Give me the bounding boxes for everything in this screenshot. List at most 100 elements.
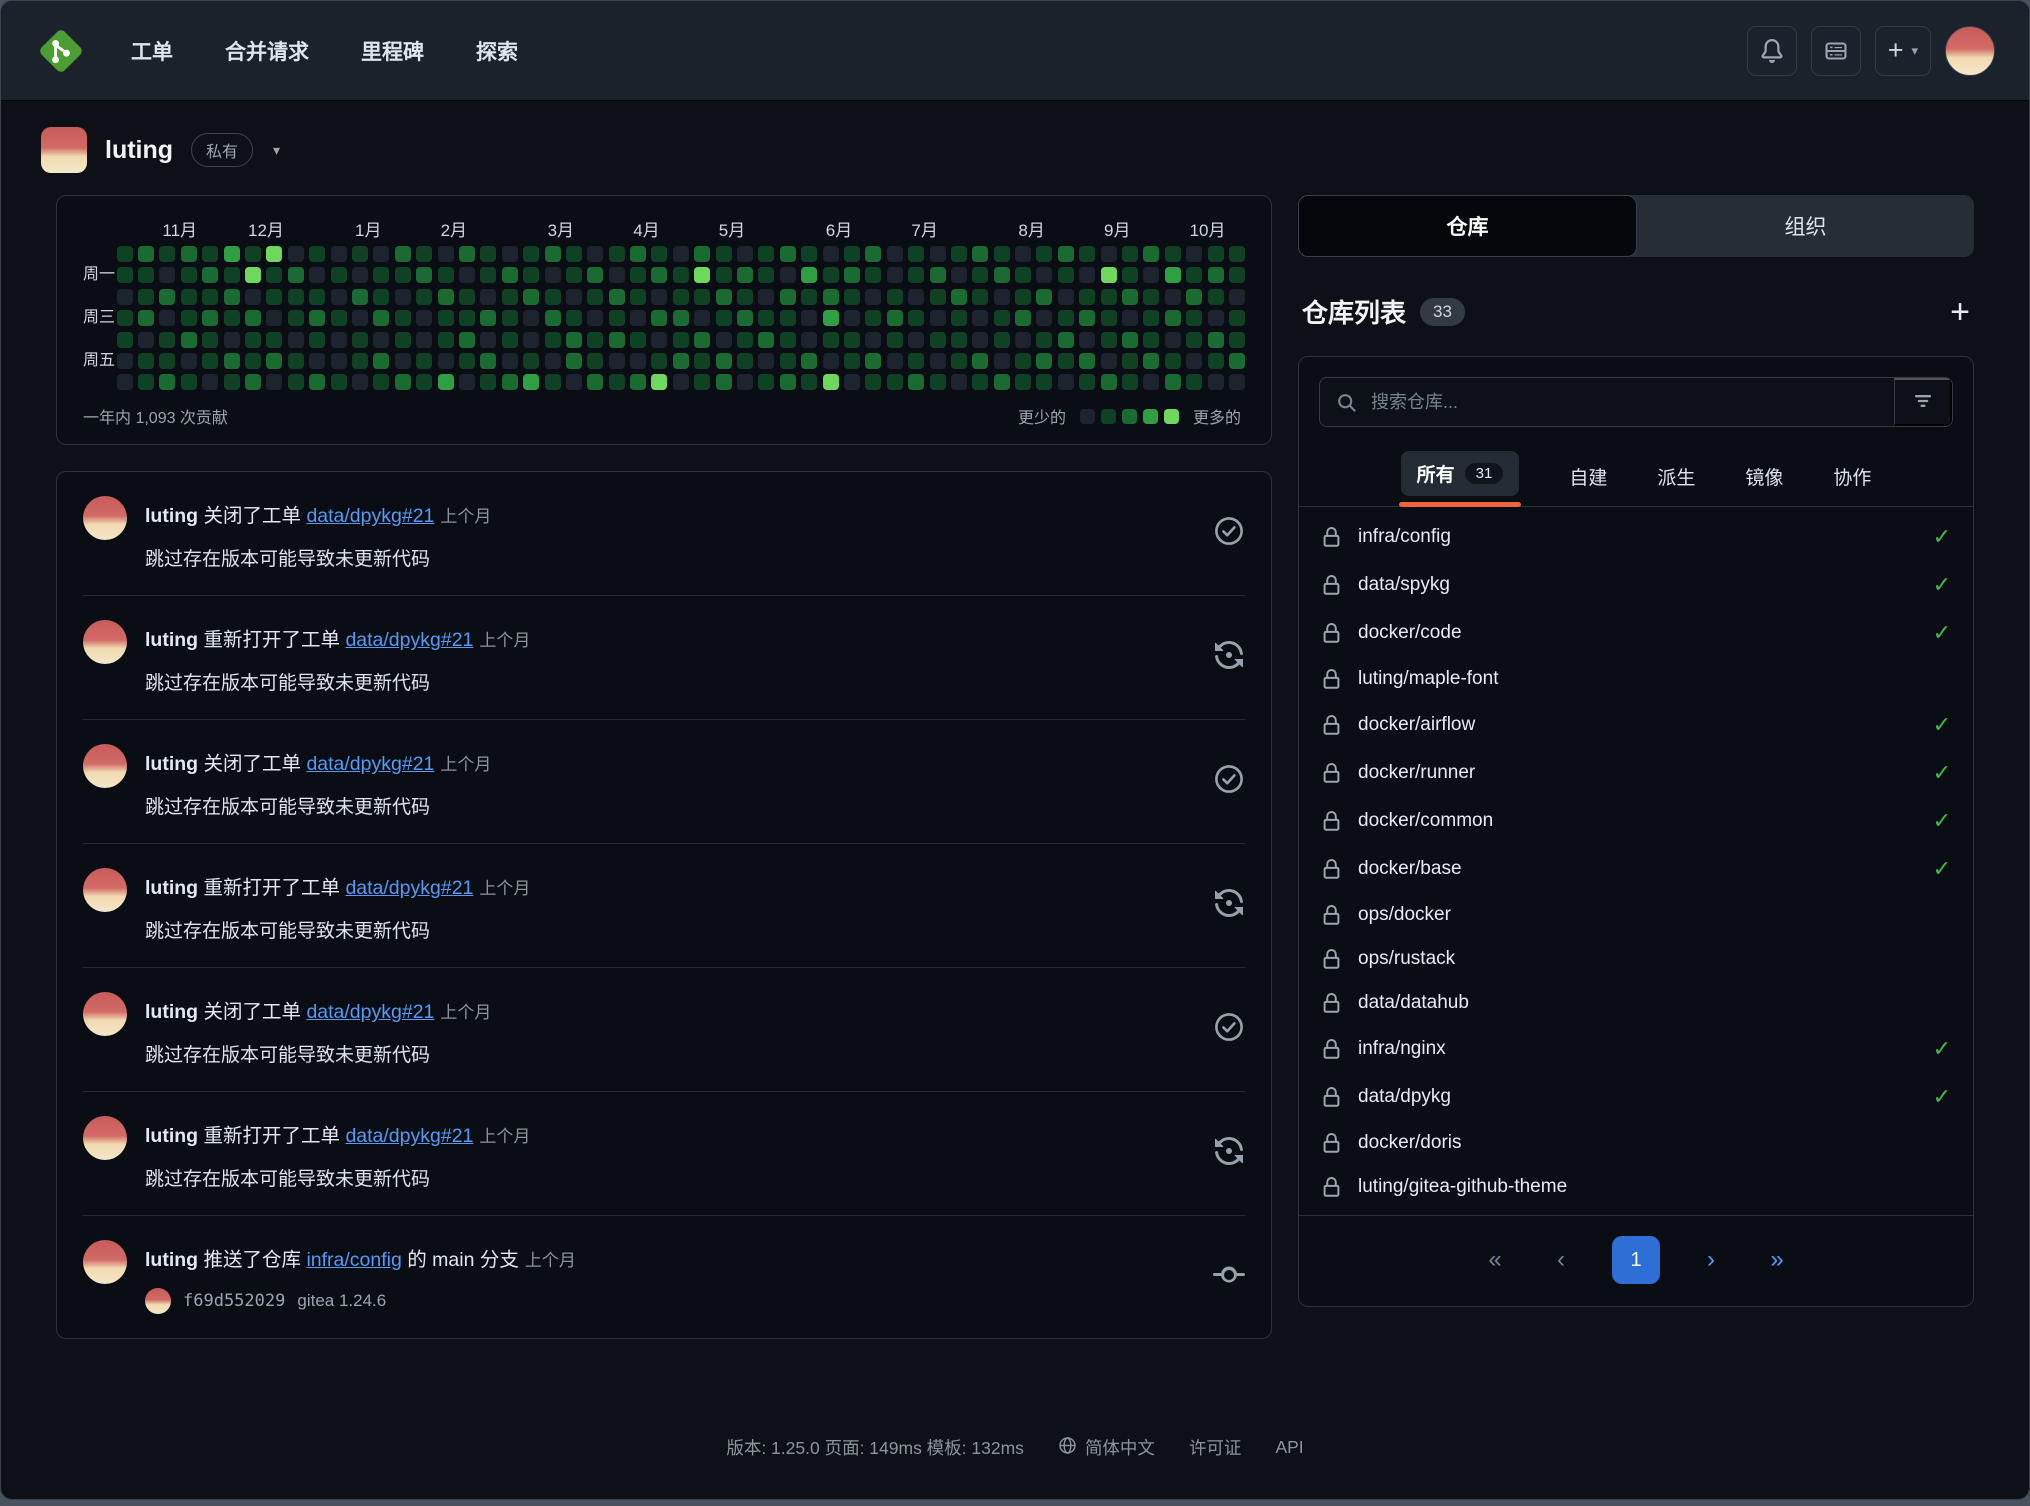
repo-row[interactable]: docker/airflow✓ — [1299, 701, 1973, 749]
repo-name[interactable]: docker/runner — [1358, 762, 1475, 784]
repo-row[interactable]: ops/docker — [1299, 893, 1973, 937]
create-new-button[interactable]: + ▾ — [1875, 26, 1931, 76]
feed-link[interactable]: infra/config — [306, 1249, 401, 1271]
heatmap-cell — [1143, 289, 1159, 305]
avatar[interactable] — [83, 620, 127, 664]
repo-name[interactable]: data/dpykg — [1358, 1086, 1451, 1108]
repo-row[interactable]: infra/config✓ — [1299, 513, 1973, 561]
gitea-logo-icon[interactable] — [35, 25, 87, 77]
repo-row[interactable]: data/datahub — [1299, 981, 1973, 1025]
feed-actor[interactable]: luting — [145, 1125, 198, 1147]
admin-panel-button[interactable] — [1811, 26, 1861, 76]
feed-actor[interactable]: luting — [145, 877, 198, 899]
repo-name[interactable]: docker/base — [1358, 858, 1462, 880]
repo-row[interactable]: luting/gitea-github-theme — [1299, 1165, 1973, 1209]
feed-actor[interactable]: luting — [145, 629, 198, 651]
feed-link[interactable]: data/dpykg#21 — [345, 629, 473, 651]
profile-username[interactable]: luting — [105, 136, 173, 165]
chevron-down-icon[interactable]: ▾ — [273, 142, 280, 159]
add-repo-button[interactable]: + — [1950, 295, 1970, 329]
api-link[interactable]: API — [1275, 1437, 1303, 1458]
repo-row[interactable]: docker/code✓ — [1299, 609, 1973, 657]
sidebar-tab-repositories[interactable]: 仓库 — [1298, 195, 1637, 257]
feed-actor[interactable]: luting — [145, 753, 198, 775]
page-1-button[interactable]: 1 — [1612, 1236, 1660, 1284]
avatar[interactable] — [83, 496, 127, 540]
nav-item-0[interactable]: 工单 — [131, 36, 173, 66]
repo-name[interactable]: ops/rustack — [1358, 948, 1455, 970]
heatmap-cell — [523, 374, 539, 390]
repo-name[interactable]: infra/config — [1358, 526, 1451, 548]
heatmap-cell — [438, 267, 454, 283]
repo-row[interactable]: luting/maple-font — [1299, 657, 1973, 701]
feed-actor[interactable]: luting — [145, 1249, 198, 1271]
feed-entry: luting 重新打开了工单 data/dpykg#21上个月跳过存在版本可能导… — [83, 595, 1245, 719]
feed-time: 上个月 — [440, 507, 491, 526]
repo-row[interactable]: ops/rustack — [1299, 937, 1973, 981]
repo-row[interactable]: data/dpykg✓ — [1299, 1073, 1973, 1121]
feed-link[interactable]: data/dpykg#21 — [306, 1001, 434, 1023]
lock-icon — [1321, 715, 1342, 736]
repo-row[interactable]: docker/base✓ — [1299, 845, 1973, 893]
profile-avatar[interactable] — [41, 127, 87, 173]
lock-icon — [1321, 669, 1342, 690]
repo-name[interactable]: luting/gitea-github-theme — [1358, 1176, 1567, 1198]
heatmap-cell — [865, 289, 881, 305]
language-selector[interactable]: 简体中文 — [1058, 1435, 1155, 1460]
avatar[interactable] — [83, 1116, 127, 1160]
nav-item-2[interactable]: 里程碑 — [361, 36, 424, 66]
feed-link[interactable]: data/dpykg#21 — [306, 753, 434, 775]
avatar[interactable] — [83, 992, 127, 1036]
filter-tab-1[interactable]: 自建 — [1567, 463, 1609, 506]
commit-hash[interactable]: f69d552029 — [183, 1291, 285, 1311]
next-page-button[interactable]: › — [1696, 1246, 1726, 1274]
heatmap-cell — [737, 353, 753, 369]
heatmap-cell — [630, 267, 646, 283]
repo-name[interactable]: docker/common — [1358, 810, 1493, 832]
heatmap-cell — [737, 310, 753, 326]
repo-search-input[interactable] — [1371, 378, 1894, 426]
heatmap-cell — [416, 289, 432, 305]
repo-name[interactable]: docker/doris — [1358, 1132, 1462, 1154]
repo-name[interactable]: data/spykg — [1358, 574, 1450, 596]
filter-button[interactable] — [1894, 378, 1952, 426]
repo-row[interactable]: data/spykg✓ — [1299, 561, 1973, 609]
feed-link[interactable]: data/dpykg#21 — [345, 1125, 473, 1147]
repo-row[interactable]: docker/doris — [1299, 1121, 1973, 1165]
avatar[interactable] — [83, 1240, 127, 1284]
notifications-button[interactable] — [1747, 26, 1797, 76]
last-page-button[interactable]: » — [1762, 1246, 1792, 1274]
heatmap-cell — [1101, 332, 1117, 348]
avatar[interactable] — [83, 868, 127, 912]
feed-link[interactable]: data/dpykg#21 — [306, 505, 434, 527]
feed-actor[interactable]: luting — [145, 1001, 198, 1023]
filter-tab-0[interactable]: 所有 31 — [1399, 451, 1522, 506]
filter-tab-4[interactable]: 协作 — [1831, 463, 1873, 506]
repo-name[interactable]: docker/code — [1358, 622, 1462, 644]
repo-row[interactable]: docker/runner✓ — [1299, 749, 1973, 797]
avatar[interactable] — [83, 744, 127, 788]
activity-feed-card: luting 关闭了工单 data/dpykg#21上个月跳过存在版本可能导致未… — [56, 471, 1272, 1339]
feed-actor[interactable]: luting — [145, 505, 198, 527]
repo-name[interactable]: ops/docker — [1358, 904, 1451, 926]
filter-tab-3[interactable]: 镜像 — [1743, 463, 1785, 506]
nav-item-1[interactable]: 合并请求 — [225, 36, 309, 66]
user-avatar[interactable] — [1945, 26, 1995, 76]
filter-tab-2[interactable]: 派生 — [1655, 463, 1697, 506]
repo-search-row — [1319, 377, 1953, 427]
repo-name[interactable]: data/datahub — [1358, 992, 1469, 1014]
heatmap-cell — [651, 289, 667, 305]
sidebar-tab-organizations[interactable]: 组织 — [1637, 195, 1974, 257]
heatmap-cell — [930, 332, 946, 348]
repo-row[interactable]: docker/common✓ — [1299, 797, 1973, 845]
repo-name[interactable]: luting/maple-font — [1358, 668, 1498, 690]
repo-row[interactable]: infra/nginx✓ — [1299, 1025, 1973, 1073]
heatmap-cell — [416, 246, 432, 262]
heatmap-cell — [587, 267, 603, 283]
feed-link[interactable]: data/dpykg#21 — [345, 877, 473, 899]
repo-name[interactable]: docker/airflow — [1358, 714, 1475, 736]
license-link[interactable]: 许可证 — [1189, 1435, 1242, 1460]
nav-item-3[interactable]: 探索 — [476, 36, 518, 66]
repo-name[interactable]: infra/nginx — [1358, 1038, 1446, 1060]
heatmap-cell — [587, 374, 603, 390]
